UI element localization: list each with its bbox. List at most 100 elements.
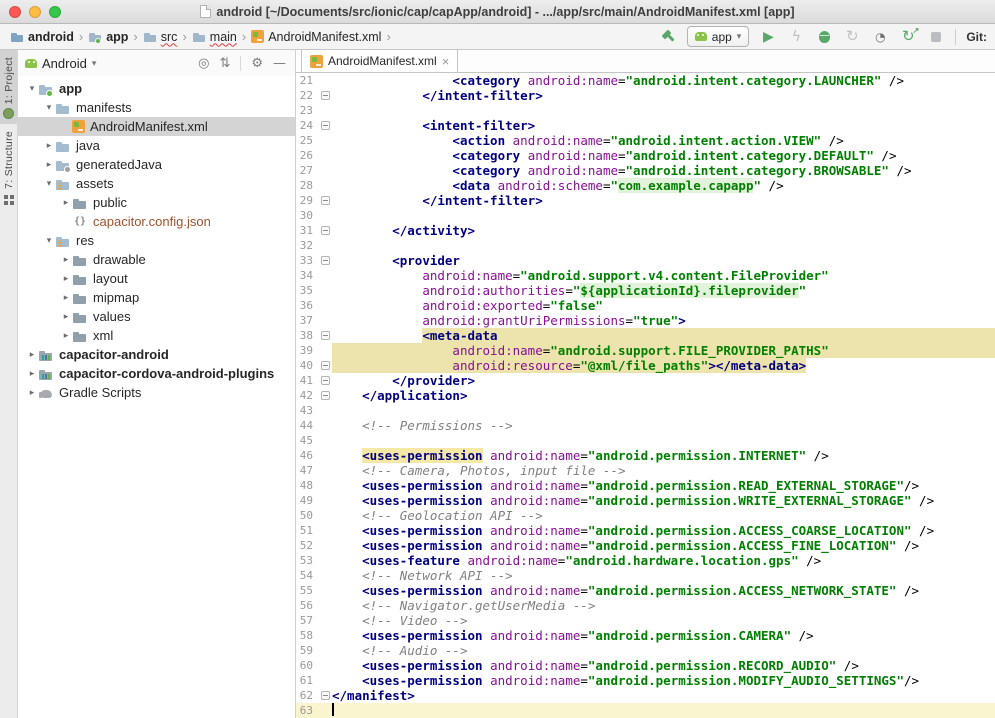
chevron-down-icon[interactable]: ▾	[43, 103, 55, 113]
fold-marker[interactable]	[318, 358, 332, 373]
code-line-30[interactable]: 30	[296, 208, 995, 223]
fold-marker[interactable]	[318, 388, 332, 403]
chevron-right-icon[interactable]: ▸	[60, 274, 72, 284]
fold-marker[interactable]	[318, 118, 332, 133]
code-line-28[interactable]: 28 <data android:scheme="com.example.cap…	[296, 178, 995, 193]
tree-item-capacitor-config-json[interactable]: {}capacitor.config.json	[18, 212, 295, 231]
fold-marker[interactable]	[318, 373, 332, 388]
code-line-41[interactable]: 41 </provider>	[296, 373, 995, 388]
tree-item-java[interactable]: ▸java	[18, 136, 295, 155]
project-view-selector[interactable]: Android	[42, 56, 87, 71]
tree-item-assets[interactable]: ▾assets	[18, 174, 295, 193]
profiler-button[interactable]: ◔	[871, 27, 889, 47]
chevron-down-icon[interactable]: ▾	[43, 236, 55, 246]
tree-item-layout[interactable]: ▸layout	[18, 269, 295, 288]
chevron-down-icon[interactable]: ▾	[26, 84, 38, 94]
code-line-33[interactable]: 33 <provider	[296, 253, 995, 268]
code-line-54[interactable]: 54 <!-- Network API -->	[296, 568, 995, 583]
run-configuration-selector[interactable]: app ▾	[687, 26, 750, 47]
rerun-icon[interactable]: ↻	[843, 27, 861, 47]
code-line-27[interactable]: 27 <category android:name="android.inten…	[296, 163, 995, 178]
code-line-48[interactable]: 48 <uses-permission android:name="androi…	[296, 478, 995, 493]
code-line-47[interactable]: 47 <!-- Camera, Photos, input file -->	[296, 463, 995, 478]
code-line-34[interactable]: 34 android:name="android.support.v4.cont…	[296, 268, 995, 283]
tree-item-public[interactable]: ▸public	[18, 193, 295, 212]
chevron-right-icon[interactable]: ▸	[60, 331, 72, 341]
fold-marker[interactable]	[318, 223, 332, 238]
tree-item-generatedjava[interactable]: ▸generatedJava	[18, 155, 295, 174]
chevron-right-icon[interactable]: ▸	[26, 369, 38, 379]
settings-gear-icon[interactable]: ⚙	[249, 57, 265, 70]
code-line-37[interactable]: 37 android:grantUriPermissions="true">	[296, 313, 995, 328]
code-line-45[interactable]: 45	[296, 433, 995, 448]
tool-stripe-1-project[interactable]: 1: Project	[0, 50, 17, 124]
code-line-52[interactable]: 52 <uses-permission android:name="androi…	[296, 538, 995, 553]
breadcrumb-item-android[interactable]: android	[8, 30, 76, 44]
code-line-63[interactable]: 63	[296, 703, 995, 718]
code-line-58[interactable]: 58 <uses-permission android:name="androi…	[296, 628, 995, 643]
tree-item-gradle-scripts[interactable]: ▸Gradle Scripts	[18, 383, 295, 402]
code-line-31[interactable]: 31 </activity>	[296, 223, 995, 238]
code-line-21[interactable]: 21 <category android:name="android.inten…	[296, 73, 995, 88]
code-line-22[interactable]: 22 </intent-filter>	[296, 88, 995, 103]
tree-item-drawable[interactable]: ▸drawable	[18, 250, 295, 269]
fold-marker[interactable]	[318, 328, 332, 343]
tool-stripe-7-structure[interactable]: 7: Structure	[0, 124, 17, 212]
code-line-53[interactable]: 53 <uses-feature android:name="android.h…	[296, 553, 995, 568]
code-line-56[interactable]: 56 <!-- Navigator.getUserMedia -->	[296, 598, 995, 613]
code-line-51[interactable]: 51 <uses-permission android:name="androi…	[296, 523, 995, 538]
chevron-right-icon[interactable]: ▸	[60, 293, 72, 303]
code-line-38[interactable]: 38 <meta-data	[296, 328, 995, 343]
chevron-right-icon[interactable]: ▸	[43, 160, 55, 170]
hide-panel-icon[interactable]: —	[271, 57, 288, 70]
code-line-49[interactable]: 49 <uses-permission android:name="androi…	[296, 493, 995, 508]
code-line-43[interactable]: 43	[296, 403, 995, 418]
close-button[interactable]	[9, 6, 21, 18]
breadcrumb-item-androidmanifest-xml[interactable]: AndroidManifest.xml	[249, 30, 383, 44]
fold-marker[interactable]	[318, 688, 332, 703]
fold-marker[interactable]	[318, 253, 332, 268]
breadcrumb-item-app[interactable]: app	[86, 30, 130, 44]
run-button[interactable]: ▶	[759, 27, 777, 47]
fold-marker[interactable]	[318, 193, 332, 208]
code-line-24[interactable]: 24 <intent-filter>	[296, 118, 995, 133]
debug-button[interactable]	[815, 27, 833, 47]
breadcrumb-item-src[interactable]: src	[141, 30, 180, 44]
collapse-all-icon[interactable]: ⇅	[217, 57, 232, 70]
code-line-29[interactable]: 29 </intent-filter>	[296, 193, 995, 208]
code-line-46[interactable]: 46 <uses-permission android:name="androi…	[296, 448, 995, 463]
chevron-down-icon[interactable]: ▾	[43, 179, 55, 189]
zoom-button[interactable]	[49, 6, 61, 18]
attach-debugger-icon[interactable]: ↻↗	[899, 27, 917, 47]
code-line-32[interactable]: 32	[296, 238, 995, 253]
breadcrumb-item-main[interactable]: main	[190, 30, 239, 44]
code-line-36[interactable]: 36 android:exported="false"	[296, 298, 995, 313]
tree-item-androidmanifest-xml[interactable]: AndroidManifest.xml	[18, 117, 295, 136]
code-editor[interactable]: 21 <category android:name="android.inten…	[296, 73, 995, 718]
code-line-35[interactable]: 35 android:authorities="${applicationId}…	[296, 283, 995, 298]
tree-item-capacitor-android[interactable]: ▸capacitor-android	[18, 345, 295, 364]
tab-androidmanifest[interactable]: AndroidManifest.xml ×	[301, 49, 458, 72]
code-line-57[interactable]: 57 <!-- Video -->	[296, 613, 995, 628]
code-line-61[interactable]: 61 <uses-permission android:name="androi…	[296, 673, 995, 688]
stop-button[interactable]	[927, 27, 945, 47]
tree-item-app[interactable]: ▾app	[18, 79, 295, 98]
tree-item-values[interactable]: ▸values	[18, 307, 295, 326]
code-line-40[interactable]: 40 android:resource="@xml/file_paths"></…	[296, 358, 995, 373]
tree-item-xml[interactable]: ▸xml	[18, 326, 295, 345]
chevron-right-icon[interactable]: ▸	[26, 388, 38, 398]
tree-item-mipmap[interactable]: ▸mipmap	[18, 288, 295, 307]
tree-item-manifests[interactable]: ▾manifests	[18, 98, 295, 117]
code-line-25[interactable]: 25 <action android:name="android.intent.…	[296, 133, 995, 148]
fold-marker[interactable]	[318, 88, 332, 103]
tree-item-capacitor-cordova-android-plugins[interactable]: ▸capacitor-cordova-android-plugins	[18, 364, 295, 383]
code-line-50[interactable]: 50 <!-- Geolocation API -->	[296, 508, 995, 523]
minimize-button[interactable]	[29, 6, 41, 18]
chevron-right-icon[interactable]: ▸	[60, 198, 72, 208]
tree-item-res[interactable]: ▾res	[18, 231, 295, 250]
build-hammer-button[interactable]	[659, 27, 677, 47]
code-line-60[interactable]: 60 <uses-permission android:name="androi…	[296, 658, 995, 673]
code-line-55[interactable]: 55 <uses-permission android:name="androi…	[296, 583, 995, 598]
chevron-right-icon[interactable]: ▸	[60, 312, 72, 322]
close-icon[interactable]: ×	[442, 55, 450, 68]
